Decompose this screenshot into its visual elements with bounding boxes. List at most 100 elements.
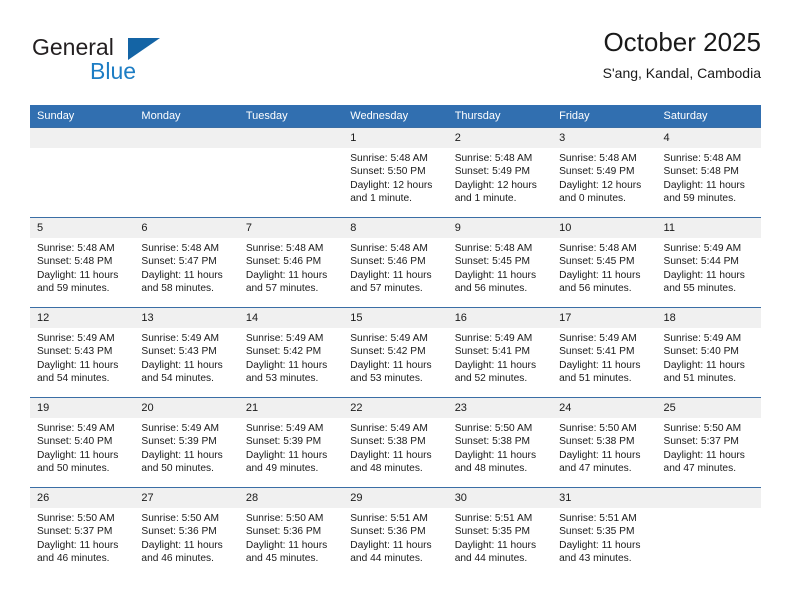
day-details: Sunrise: 5:49 AM Sunset: 5:40 PM Daylight:… [657, 328, 761, 386]
calendar-day-cell[interactable]: 19 Sunrise: 5:49 AM Sunset: 5:40 PM Dayligh… [30, 397, 135, 488]
calendar-day-cell[interactable]: 16 Sunrise: 5:49 AM Sunset: 5:41 PM Dayligh… [447, 307, 553, 398]
day-number: 25 [656, 398, 761, 418]
daylight-text-line2: and 46 minutes. [141, 553, 214, 565]
day-number: 1 [343, 128, 448, 148]
sunset-text: Sunset: 5:37 PM [37, 526, 113, 538]
daylight-text-line2: and 53 minutes. [245, 373, 319, 385]
daylight-text-line1: Daylight: 11 hours [663, 359, 745, 371]
day-cell-inner: 27 Sunrise: 5:50 AM Sunset: 5:36 PM Dayligh… [134, 488, 239, 577]
day-cell-inner [30, 128, 135, 217]
day-cell-inner: 20 Sunrise: 5:49 AM Sunset: 5:39 PM Dayligh… [134, 398, 239, 487]
day-details: Sunrise: 5:49 AM Sunset: 5:41 PM Daylight:… [552, 328, 656, 386]
daylight-text-line1: Daylight: 11 hours [350, 269, 432, 281]
logo-triangle-icon [128, 38, 160, 60]
calendar-day-cell[interactable]: 20 Sunrise: 5:49 AM Sunset: 5:39 PM Dayligh… [134, 397, 239, 488]
calendar-day-cell[interactable]: 8 Sunrise: 5:48 AM Sunset: 5:46 PM Daylight… [343, 217, 448, 308]
day-number: 13 [134, 308, 239, 328]
calendar-day-cell[interactable]: 14 Sunrise: 5:49 AM Sunset: 5:42 PM Dayligh… [238, 307, 344, 398]
daylight-text-line1: Daylight: 11 hours [663, 449, 745, 461]
calendar-day-cell[interactable]: 6 Sunrise: 5:48 AM Sunset: 5:47 PM Daylight… [134, 217, 239, 308]
daylight-text-line2: and 50 minutes. [141, 463, 214, 475]
sunset-text: Sunset: 5:48 PM [37, 256, 113, 268]
weekday-header-cell: Monday [134, 105, 239, 128]
sunrise-text: Sunrise: 5:49 AM [454, 333, 533, 344]
sunset-text: Sunset: 5:46 PM [350, 256, 426, 268]
sunset-text: Sunset: 5:50 PM [350, 166, 426, 178]
day-number: 14 [238, 308, 344, 328]
page-header: General Blue October 2025 S'ang, Kandal,… [30, 26, 761, 98]
weekday-header: Sunday Monday Tuesday Wednesday Thursday Frid… [30, 105, 761, 128]
calendar-day-cell[interactable]: 1 Sunrise: 5:48 AM Sunset: 5:50 PM Daylight… [343, 127, 448, 218]
sunrise-text: Sunrise: 5:48 AM [663, 153, 742, 164]
calendar-day-cell[interactable]: 4 Sunrise: 5:48 AM Sunset: 5:48 PM Daylight… [656, 127, 761, 218]
calendar-day-cell[interactable]: 7 Sunrise: 5:48 AM Sunset: 5:46 PM Daylight… [238, 217, 344, 308]
day-cell-inner: 26 Sunrise: 5:50 AM Sunset: 5:37 PM Dayligh… [30, 488, 135, 577]
calendar-day-cell[interactable]: 22 Sunrise: 5:49 AM Sunset: 5:38 PM Dayligh… [343, 397, 448, 488]
calendar-day-cell[interactable]: 23 Sunrise: 5:50 AM Sunset: 5:38 PM Dayligh… [447, 397, 553, 488]
daylight-text-line2: and 51 minutes. [663, 373, 737, 385]
calendar-day-cell[interactable]: 18 Sunrise: 5:49 AM Sunset: 5:40 PM Dayligh… [656, 307, 761, 398]
day-details: Sunrise: 5:50 AM Sunset: 5:37 PM Daylight:… [30, 508, 134, 566]
day-cell-inner: 18 Sunrise: 5:49 AM Sunset: 5:40 PM Dayligh… [656, 308, 761, 397]
day-details: Sunrise: 5:51 AM Sunset: 5:36 PM Daylight:… [343, 508, 447, 566]
day-cell-inner: 22 Sunrise: 5:49 AM Sunset: 5:38 PM Dayligh… [343, 398, 448, 487]
daylight-text-line2: and 45 minutes. [245, 553, 319, 565]
calendar-day-cell[interactable]: 15 Sunrise: 5:49 AM Sunset: 5:42 PM Dayligh… [343, 307, 448, 398]
calendar-day-cell-empty [656, 487, 761, 577]
weekday-header-cell: Saturday [656, 105, 761, 128]
daylight-text-line1: Daylight: 11 hours [141, 449, 223, 461]
calendar-day-cell[interactable]: 21 Sunrise: 5:49 AM Sunset: 5:39 PM Dayligh… [238, 397, 344, 488]
calendar-day-cell[interactable]: 13 Sunrise: 5:49 AM Sunset: 5:43 PM Dayligh… [134, 307, 239, 398]
calendar-day-cell[interactable]: 31 Sunrise: 5:51 AM Sunset: 5:35 PM Dayligh… [552, 487, 657, 577]
daylight-text-line1: Daylight: 11 hours [37, 449, 119, 461]
daylight-text-line2: and 47 minutes. [663, 463, 737, 475]
calendar-day-cell[interactable]: 10 Sunrise: 5:48 AM Sunset: 5:45 PM Dayligh… [552, 217, 657, 308]
calendar-day-cell[interactable]: 11 Sunrise: 5:49 AM Sunset: 5:44 PM Dayligh… [656, 217, 761, 308]
calendar-day-cell[interactable]: 5 Sunrise: 5:48 AM Sunset: 5:48 PM Daylight… [30, 217, 135, 308]
sunset-text: Sunset: 5:38 PM [454, 436, 531, 448]
day-cell-inner: 19 Sunrise: 5:49 AM Sunset: 5:40 PM Dayligh… [30, 398, 135, 487]
calendar-day-cell[interactable]: 29 Sunrise: 5:51 AM Sunset: 5:36 PM Dayligh… [343, 487, 448, 577]
day-details: Sunrise: 5:50 AM Sunset: 5:38 PM Daylight:… [552, 418, 656, 476]
daylight-text-line2: and 51 minutes. [559, 373, 632, 385]
daylight-text-line1: Daylight: 11 hours [350, 359, 432, 371]
sunrise-text: Sunrise: 5:48 AM [559, 243, 637, 254]
calendar-day-cell[interactable]: 17 Sunrise: 5:49 AM Sunset: 5:41 PM Dayligh… [552, 307, 657, 398]
calendar-day-cell[interactable]: 28 Sunrise: 5:50 AM Sunset: 5:36 PM Dayligh… [238, 487, 344, 577]
sunset-text: Sunset: 5:46 PM [245, 256, 322, 268]
calendar-day-cell[interactable]: 26 Sunrise: 5:50 AM Sunset: 5:37 PM Dayligh… [30, 487, 135, 577]
calendar-day-cell[interactable]: 30 Sunrise: 5:51 AM Sunset: 5:35 PM Dayligh… [447, 487, 553, 577]
daylight-text-line2: and 0 minutes. [559, 193, 626, 205]
calendar-day-cell[interactable]: 12 Sunrise: 5:49 AM Sunset: 5:43 PM Dayligh… [30, 307, 135, 398]
sunrise-text: Sunrise: 5:51 AM [559, 513, 637, 524]
sunrise-text: Sunrise: 5:49 AM [37, 423, 115, 434]
calendar-day-cell[interactable]: 2 Sunrise: 5:48 AM Sunset: 5:49 PM Daylight… [447, 127, 553, 218]
daylight-text-line1: Daylight: 11 hours [245, 449, 328, 461]
sunrise-text: Sunrise: 5:50 AM [245, 513, 324, 524]
sunrise-text: Sunrise: 5:49 AM [350, 333, 428, 344]
day-details: Sunrise: 5:51 AM Sunset: 5:35 PM Daylight:… [552, 508, 656, 566]
sunrise-text: Sunrise: 5:49 AM [141, 333, 220, 344]
sunset-text: Sunset: 5:38 PM [559, 436, 635, 448]
day-cell-inner: 12 Sunrise: 5:49 AM Sunset: 5:43 PM Dayligh… [30, 308, 135, 397]
sunset-text: Sunset: 5:40 PM [37, 436, 113, 448]
day-cell-inner: 23 Sunrise: 5:50 AM Sunset: 5:38 PM Dayligh… [447, 398, 553, 487]
daylight-text-line2: and 47 minutes. [559, 463, 632, 475]
day-details: Sunrise: 5:49 AM Sunset: 5:39 PM Daylight:… [239, 418, 343, 476]
sunrise-text: Sunrise: 5:48 AM [350, 243, 428, 254]
calendar-day-cell[interactable]: 3 Sunrise: 5:48 AM Sunset: 5:49 PM Daylight… [552, 127, 657, 218]
general-blue-logo[interactable]: General Blue [30, 34, 250, 92]
location-subtitle: S'ang, Kandal, Cambodia [602, 65, 761, 81]
calendar-day-cell[interactable]: 25 Sunrise: 5:50 AM Sunset: 5:37 PM Dayligh… [656, 397, 761, 488]
day-details: Sunrise: 5:51 AM Sunset: 5:35 PM Daylight:… [448, 508, 552, 566]
day-details: Sunrise: 5:48 AM Sunset: 5:47 PM Daylight:… [134, 238, 238, 296]
calendar-day-cell[interactable]: 27 Sunrise: 5:50 AM Sunset: 5:36 PM Dayligh… [134, 487, 239, 577]
sunrise-text: Sunrise: 5:49 AM [663, 243, 742, 254]
daylight-text-line2: and 44 minutes. [350, 553, 423, 565]
day-cell-inner: 4 Sunrise: 5:48 AM Sunset: 5:48 PM Daylight… [656, 128, 761, 217]
sunset-text: Sunset: 5:49 PM [559, 166, 635, 178]
calendar-day-cell[interactable]: 9 Sunrise: 5:48 AM Sunset: 5:45 PM Daylight… [447, 217, 553, 308]
sunrise-text: Sunrise: 5:48 AM [37, 243, 115, 254]
sunset-text: Sunset: 5:45 PM [454, 256, 531, 268]
calendar-day-cell[interactable]: 24 Sunrise: 5:50 AM Sunset: 5:38 PM Dayligh… [552, 397, 657, 488]
